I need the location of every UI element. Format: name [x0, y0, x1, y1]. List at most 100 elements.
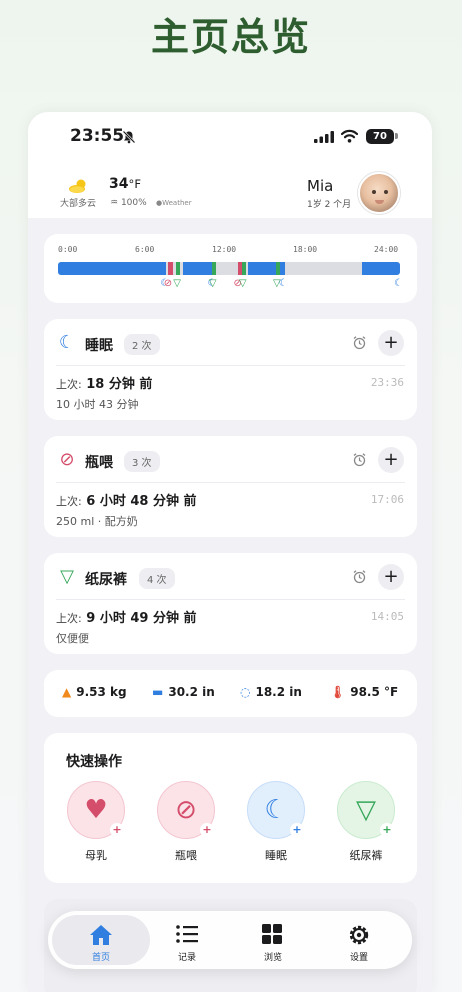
- temperature-reading: 34°F: [109, 176, 141, 192]
- quick-action-diaper[interactable]: ▽ + 纸尿裤: [337, 781, 395, 862]
- gear-icon: [349, 925, 369, 945]
- timeline-feed-mark: [167, 262, 173, 275]
- add-diaper-button[interactable]: +: [378, 564, 404, 590]
- bottle-count-badge: 3 次: [124, 451, 160, 472]
- height-metric: ▬ 30.2 in: [152, 685, 215, 699]
- tab-label: 首页: [91, 953, 110, 963]
- bottle-last-ago: 6 小时 48 分钟 前: [86, 494, 197, 509]
- timeline-label: 6:00: [135, 245, 155, 254]
- timeline-label: 0:00: [58, 245, 78, 254]
- weight-metric: ▲ 9.53 kg: [62, 685, 127, 699]
- sleep-title: 睡眠: [85, 338, 113, 354]
- diaper-last-time: 上次: 9 小时 49 分钟 前: [56, 607, 197, 626]
- head-value: 18.2 in: [255, 685, 302, 699]
- tab-settings[interactable]: 设置: [314, 915, 404, 965]
- sleep-duration: 10 小时 43 分钟: [56, 398, 139, 411]
- tab-records[interactable]: 记录: [142, 915, 232, 965]
- height-value: 30.2 in: [168, 685, 215, 699]
- sleep-last-time: 上次: 18 分钟 前: [56, 373, 152, 392]
- humidity: ♒︎ 100%: [110, 198, 147, 208]
- timeline-sleep-segment: [58, 262, 167, 275]
- quick-action-breastfeed[interactable]: ♥ + 母乳: [67, 781, 125, 862]
- temperature-unit: °F: [128, 177, 142, 191]
- weather-condition: 大部多云: [60, 199, 97, 209]
- quick-actions-title: 快速操作: [66, 754, 122, 770]
- weight-value: 9.53 kg: [76, 685, 127, 699]
- add-sleep-button[interactable]: +: [378, 330, 404, 356]
- alarm-clock-icon[interactable]: [352, 335, 367, 350]
- sleep-count-badge: 2 次: [124, 334, 160, 355]
- body-temperature-value: 98.5 °F: [350, 685, 399, 699]
- bottle-card[interactable]: ⊘ 瓶喂 3 次 + 上次: 6 小时 48 分钟 前 17:06 250 ml…: [44, 436, 417, 537]
- timeline-diaper-icon: ▽: [273, 278, 281, 289]
- bottle-clock-time: 17:06: [370, 493, 404, 506]
- head-metric: ◌ 18.2 in: [240, 685, 302, 699]
- diaper-detail: 仅便便: [56, 632, 89, 645]
- divider: [56, 599, 405, 600]
- plus-icon: +: [110, 823, 124, 837]
- battery-cap: [395, 133, 398, 139]
- quick-action-label: 纸尿裤: [349, 849, 383, 862]
- last-prefix: 上次:: [56, 378, 82, 391]
- grid-icon: [262, 924, 282, 944]
- timeline-diaper-icon: ▽: [173, 278, 181, 289]
- timeline-sleep-icon: ☾: [394, 278, 403, 289]
- divider: [56, 482, 405, 483]
- temperature-value: 34: [109, 176, 129, 192]
- bottle-detail: 250 ml · 配方奶: [56, 515, 138, 528]
- bottle-title: 瓶喂: [85, 455, 113, 471]
- timeline-sleep-segment: [183, 262, 214, 275]
- bell-muted-icon: [122, 130, 136, 144]
- tab-label: 设置: [349, 953, 368, 963]
- tab-home[interactable]: 首页: [52, 915, 150, 965]
- page-heading: 主页总览: [150, 15, 311, 59]
- quick-action-bottle[interactable]: ⊘ + 瓶喂: [157, 781, 215, 862]
- timeline-diaper-mark: [176, 262, 181, 275]
- diaper-title: 纸尿裤: [85, 572, 127, 588]
- alarm-clock-icon[interactable]: [352, 569, 367, 584]
- quick-action-sleep[interactable]: ☾ + 睡眠: [247, 781, 305, 862]
- timeline-diaper-icon: ▽: [238, 278, 247, 289]
- cellular-signal-icon: [314, 131, 334, 143]
- temperature-metric: 🌡︎ 98.5 °F: [330, 685, 398, 699]
- bottle-last-time: 上次: 6 小时 48 分钟 前: [56, 490, 197, 509]
- last-prefix: 上次:: [56, 495, 82, 508]
- quick-action-label: 母乳: [85, 849, 107, 862]
- baby-name: Mia: [307, 177, 334, 195]
- baby-age: 1岁 2 个月: [307, 200, 352, 210]
- plus-icon: +: [200, 823, 214, 837]
- last-prefix: 上次:: [56, 612, 82, 625]
- weather-source-label: Weather: [162, 199, 192, 207]
- plus-icon: +: [290, 823, 304, 837]
- add-bottle-button[interactable]: +: [378, 447, 404, 473]
- tab-bar: 首页 记录 浏览 设置: [48, 911, 412, 969]
- humidity-value: 100%: [120, 198, 147, 208]
- weather-source: ●Weather: [156, 199, 192, 207]
- diaper-card[interactable]: ▽ 纸尿裤 4 次 + 上次: 9 小时 49 分钟 前 14:05 仅便便: [44, 553, 417, 654]
- ruler-icon: ▬: [152, 685, 164, 699]
- timeline-label: 12:00: [212, 245, 237, 254]
- partly-cloudy-icon: [69, 179, 86, 193]
- quick-action-label: 睡眠: [265, 849, 287, 862]
- list-icon: [176, 925, 198, 943]
- quick-action-label: 瓶喂: [175, 849, 197, 862]
- battery-icon: 70: [366, 129, 394, 144]
- humidity-icon: ♒︎: [110, 198, 119, 208]
- thermometer-icon: 🌡︎: [330, 685, 346, 699]
- daily-timeline-card[interactable]: 0:00 6:00 12:00 18:00 24:00 ☾ ☾ ☾ ☾ ⊘ ⊘ ▽ ▽ ▽ ▽: [44, 234, 417, 303]
- weight-icon: ▲: [62, 685, 72, 699]
- diaper-icon: ▽: [60, 566, 74, 587]
- head-circumference-icon: ◌: [240, 685, 251, 699]
- diaper-count-badge: 4 次: [139, 568, 175, 589]
- tab-browse[interactable]: 浏览: [228, 915, 318, 965]
- timeline-diaper-mark: [241, 262, 246, 275]
- timeline-event-icons: ☾ ☾ ☾ ☾ ⊘ ⊘ ▽ ▽ ▽ ▽: [58, 277, 403, 293]
- baby-avatar[interactable]: [358, 172, 400, 214]
- alarm-clock-icon[interactable]: [352, 452, 367, 467]
- sleep-card[interactable]: ☾ 睡眠 2 次 + 上次: 18 分钟 前 23:36 10 小时 43 分钟: [44, 319, 417, 420]
- diaper-clock-time: 14:05: [370, 610, 404, 623]
- growth-metrics-card[interactable]: ▲ 9.53 kg ▬ 30.2 in ◌ 18.2 in 🌡︎ 98.5 °F: [44, 670, 417, 717]
- timeline-hour-labels: 0:00 6:00 12:00 18:00 24:00: [58, 245, 400, 255]
- timeline-diaper-icon: ▽: [208, 278, 217, 289]
- timeline-label: 24:00: [374, 245, 399, 254]
